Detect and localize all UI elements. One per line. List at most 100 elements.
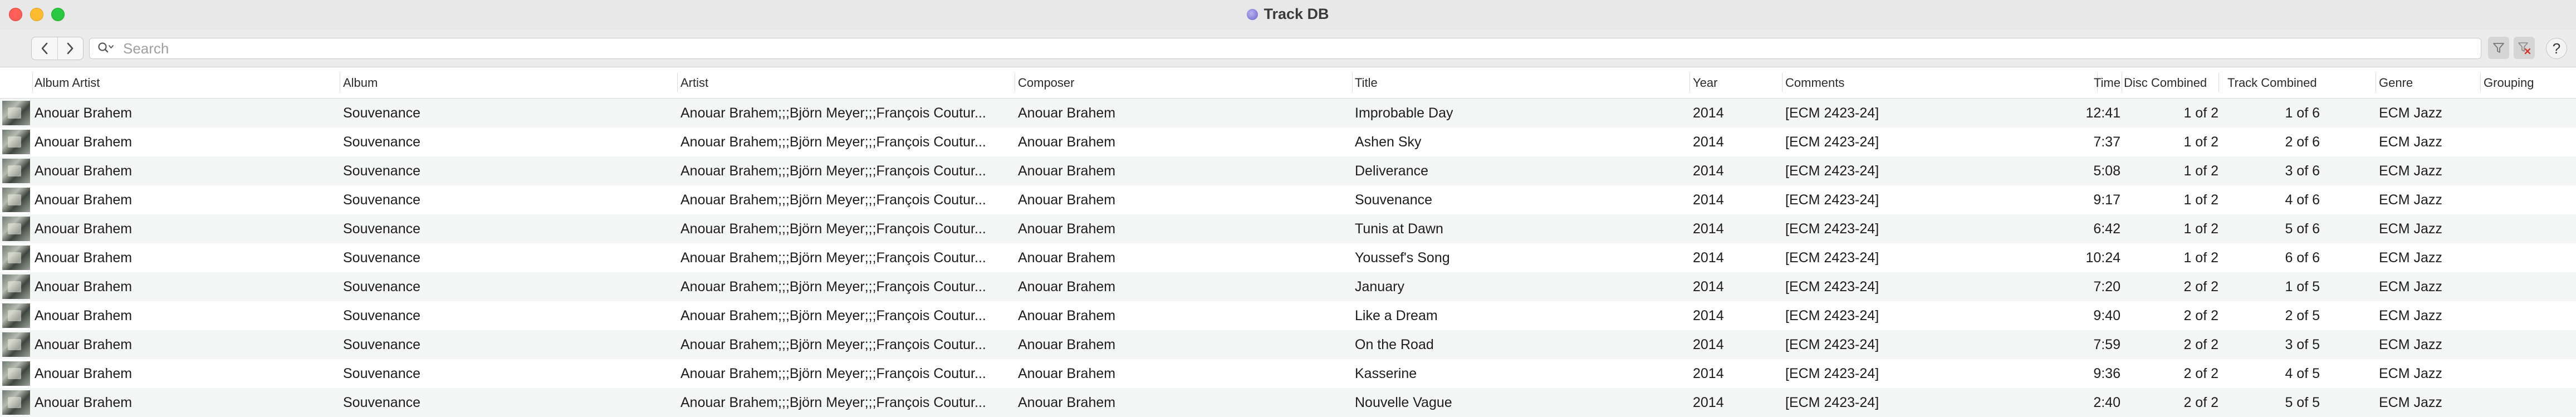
header-artist[interactable]: Artist xyxy=(680,67,1015,98)
cell-album-artist: Anouar Brahem xyxy=(35,388,339,417)
search-input[interactable] xyxy=(122,40,2463,57)
cell-album-artist-text: Anouar Brahem xyxy=(35,307,133,323)
header-album-artist[interactable]: Album Artist xyxy=(35,67,339,98)
cell-genre-text: ECM Jazz xyxy=(2379,192,2442,208)
cell-album-artist-text: Anouar Brahem xyxy=(35,365,133,381)
cell-composer: Anouar Brahem xyxy=(1018,301,1352,330)
table-row[interactable]: Anouar Brahem Souvenance Anouar Brahem;;;B… xyxy=(0,359,2576,388)
cell-genre: ECM Jazz xyxy=(2379,214,2478,243)
cell-disc-combined-text: 2 of 2 xyxy=(2183,336,2219,352)
cell-year-text: 2014 xyxy=(1693,394,1724,410)
header-composer[interactable]: Composer xyxy=(1018,67,1352,98)
filter-button[interactable] xyxy=(2488,37,2509,59)
cell-disc-combined-text: 1 of 2 xyxy=(2183,105,2219,121)
window-title: Track DB xyxy=(0,6,2576,23)
cell-time: 7:37 xyxy=(2055,127,2120,156)
cell-title: Nouvelle Vague xyxy=(1355,388,1689,417)
clear-filter-button[interactable] xyxy=(2514,37,2535,59)
cell-title-text: Kasserine xyxy=(1355,365,1417,381)
cell-comments-text: [ECM 2423-24] xyxy=(1785,192,1879,208)
cell-genre-text: ECM Jazz xyxy=(2379,220,2442,237)
cell-artist: Anouar Brahem;;;Björn Meyer;;;François C… xyxy=(680,330,1015,359)
title-bar: Track DB xyxy=(0,0,2576,30)
cell-grouping xyxy=(2484,156,2573,185)
header-grouping[interactable]: Grouping xyxy=(2484,67,2573,98)
table-row[interactable]: Anouar Brahem Souvenance Anouar Brahem;;;B… xyxy=(0,99,2576,127)
cell-disc-combined-text: 2 of 2 xyxy=(2183,394,2219,410)
cell-artist-text: Anouar Brahem;;;Björn Meyer;;;François C… xyxy=(680,249,986,266)
table-row[interactable]: Anouar Brahem Souvenance Anouar Brahem;;;B… xyxy=(0,330,2576,359)
cell-genre: ECM Jazz xyxy=(2379,99,2478,127)
cell-composer: Anouar Brahem xyxy=(1018,272,1352,301)
cell-genre: ECM Jazz xyxy=(2379,243,2478,272)
cell-album-text: Souvenance xyxy=(343,134,421,150)
cell-composer-text: Anouar Brahem xyxy=(1018,163,1116,179)
header-year[interactable]: Year xyxy=(1693,67,1782,98)
cell-comments: [ECM 2423-24] xyxy=(1785,301,2097,330)
album-artwork-thumbnail xyxy=(0,214,32,243)
forward-button[interactable] xyxy=(57,37,84,60)
table-row[interactable]: Anouar Brahem Souvenance Anouar Brahem;;;B… xyxy=(0,127,2576,156)
column-divider[interactable] xyxy=(1689,73,1690,92)
cell-album-artist: Anouar Brahem xyxy=(35,301,339,330)
help-button[interactable]: ? xyxy=(2546,38,2567,59)
cell-title: Improbable Day xyxy=(1355,99,1689,127)
header-time[interactable]: Time xyxy=(2055,67,2120,98)
table-row[interactable]: Anouar Brahem Souvenance Anouar Brahem;;;B… xyxy=(0,185,2576,214)
cell-title-text: Youssef's Song xyxy=(1355,249,1450,266)
cell-disc-combined: 2 of 2 xyxy=(2124,301,2219,330)
cell-album: Souvenance xyxy=(343,243,677,272)
chevron-left-icon xyxy=(41,42,48,55)
cell-comments-text: [ECM 2423-24] xyxy=(1785,105,1879,121)
cell-album-text: Souvenance xyxy=(343,336,421,352)
cell-artist-text: Anouar Brahem;;;Björn Meyer;;;François C… xyxy=(680,365,986,381)
cell-year: 2014 xyxy=(1693,156,1782,185)
header-genre[interactable]: Genre xyxy=(2379,67,2478,98)
cell-album-artist-text: Anouar Brahem xyxy=(35,163,133,179)
cell-composer: Anouar Brahem xyxy=(1018,99,1352,127)
table-row[interactable]: Anouar Brahem Souvenance Anouar Brahem;;;B… xyxy=(0,301,2576,330)
column-divider[interactable] xyxy=(2480,73,2481,92)
table-row[interactable]: Anouar Brahem Souvenance Anouar Brahem;;;B… xyxy=(0,214,2576,243)
header-disc-combined[interactable]: Disc Combined xyxy=(2124,67,2219,98)
column-divider[interactable] xyxy=(1352,73,1353,92)
header-album[interactable]: Album xyxy=(343,67,677,98)
cell-album: Souvenance xyxy=(343,301,677,330)
table-row[interactable]: Anouar Brahem Souvenance Anouar Brahem;;;B… xyxy=(0,388,2576,417)
cell-comments: [ECM 2423-24] xyxy=(1785,330,2097,359)
album-artwork-thumbnail xyxy=(0,99,32,127)
cell-composer: Anouar Brahem xyxy=(1018,330,1352,359)
header-title[interactable]: Title xyxy=(1355,67,1689,98)
cell-grouping xyxy=(2484,359,2573,388)
track-table: Album Artist Album Artist Composer Title… xyxy=(0,67,2576,417)
table-row[interactable]: Anouar Brahem Souvenance Anouar Brahem;;;B… xyxy=(0,272,2576,301)
cell-title-text: On the Road xyxy=(1355,336,1434,352)
cell-composer-text: Anouar Brahem xyxy=(1018,336,1116,352)
cell-disc-combined-text: 2 of 2 xyxy=(2183,307,2219,323)
album-artwork-thumbnail xyxy=(0,243,32,272)
cell-composer-text: Anouar Brahem xyxy=(1018,307,1116,323)
header-track-combined[interactable]: Track Combined xyxy=(2227,67,2328,98)
album-artwork-thumbnail xyxy=(0,330,32,359)
cell-year-text: 2014 xyxy=(1693,249,1724,266)
header-comments[interactable]: Comments xyxy=(1785,67,2097,98)
cell-title-text: Ashen Sky xyxy=(1355,134,1422,150)
cell-album-artist: Anouar Brahem xyxy=(35,127,339,156)
cell-title-text: Deliverance xyxy=(1355,163,1429,179)
cell-album-artist-text: Anouar Brahem xyxy=(35,105,133,121)
cell-time-text: 7:59 xyxy=(2093,336,2120,352)
cell-time-text: 5:08 xyxy=(2093,163,2120,179)
cell-genre-text: ECM Jazz xyxy=(2379,163,2442,179)
search-field[interactable] xyxy=(89,38,2481,59)
cell-composer: Anouar Brahem xyxy=(1018,127,1352,156)
cell-comments: [ECM 2423-24] xyxy=(1785,359,2097,388)
column-divider[interactable] xyxy=(677,73,678,92)
cell-year-text: 2014 xyxy=(1693,220,1724,237)
table-row[interactable]: Anouar Brahem Souvenance Anouar Brahem;;;B… xyxy=(0,156,2576,185)
cell-comments-text: [ECM 2423-24] xyxy=(1785,278,1879,295)
column-divider[interactable] xyxy=(32,73,33,92)
header-artwork[interactable] xyxy=(0,67,32,98)
back-button[interactable] xyxy=(32,37,57,60)
table-row[interactable]: Anouar Brahem Souvenance Anouar Brahem;;;B… xyxy=(0,243,2576,272)
cell-title-text: Tunis at Dawn xyxy=(1355,220,1443,237)
